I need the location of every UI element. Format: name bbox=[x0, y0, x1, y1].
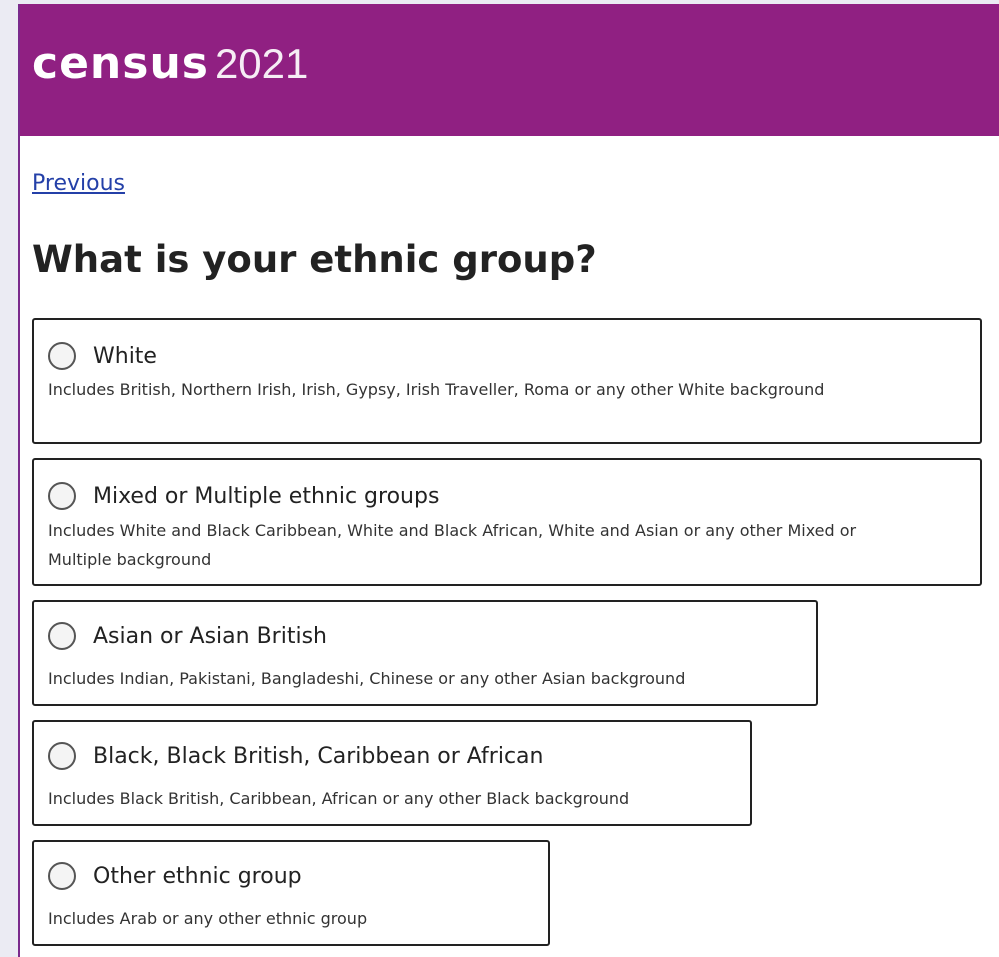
option-other[interactable]: Other ethnic group Includes Arab or any … bbox=[32, 840, 550, 946]
radio-button[interactable] bbox=[48, 342, 76, 370]
option-asian[interactable]: Asian or Asian British Includes Indian, … bbox=[32, 600, 818, 706]
radio-button[interactable] bbox=[48, 482, 76, 510]
option-label: Other ethnic group bbox=[93, 863, 302, 889]
question-title: What is your ethnic group? bbox=[32, 238, 597, 281]
option-row: White bbox=[48, 342, 157, 370]
radio-button[interactable] bbox=[48, 862, 76, 890]
option-black[interactable]: Black, Black British, Caribbean or Afric… bbox=[32, 720, 752, 826]
census-logo: census 2021 bbox=[32, 38, 308, 89]
option-description: Includes White and Black Caribbean, Whit… bbox=[48, 521, 857, 569]
option-description: Includes Indian, Pakistani, Bangladeshi,… bbox=[48, 669, 686, 688]
option-description: Includes British, Northern Irish, Irish,… bbox=[48, 380, 825, 399]
option-label: Asian or Asian British bbox=[93, 623, 327, 649]
census-header: census 2021 bbox=[20, 4, 999, 136]
previous-link[interactable]: Previous bbox=[32, 171, 125, 196]
logo-word: census bbox=[32, 38, 209, 89]
option-description: Includes Arab or any other ethnic group bbox=[48, 909, 368, 928]
option-row: Black, Black British, Caribbean or Afric… bbox=[48, 742, 543, 770]
census-page: census 2021 Previous What is your ethnic … bbox=[18, 4, 999, 957]
option-description: Includes Black British, Caribbean, Afric… bbox=[48, 789, 630, 808]
logo-year: 2021 bbox=[214, 40, 309, 87]
option-row: Asian or Asian British bbox=[48, 622, 327, 650]
option-mixed[interactable]: Mixed or Multiple ethnic groups Includes… bbox=[32, 458, 982, 586]
radio-button[interactable] bbox=[48, 622, 76, 650]
option-label: White bbox=[93, 343, 157, 369]
option-white[interactable]: White Includes British, Northern Irish, … bbox=[32, 318, 982, 444]
option-label: Mixed or Multiple ethnic groups bbox=[93, 483, 440, 509]
option-label: Black, Black British, Caribbean or Afric… bbox=[93, 743, 544, 769]
option-row: Other ethnic group bbox=[48, 862, 302, 890]
option-row: Mixed or Multiple ethnic groups bbox=[48, 482, 439, 510]
radio-button[interactable] bbox=[48, 742, 76, 770]
